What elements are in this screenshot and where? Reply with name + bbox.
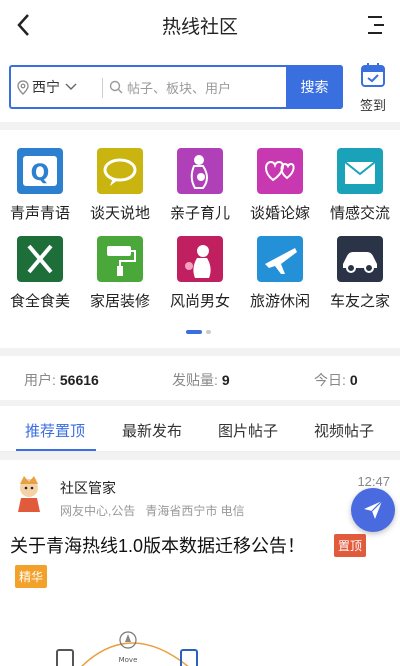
post-location: 青海省西宁市 电信 bbox=[145, 504, 245, 518]
letter-icon bbox=[337, 148, 383, 194]
svg-text:Q: Q bbox=[31, 161, 50, 186]
stat-today-value: 0 bbox=[349, 372, 358, 388]
chat-bubble-icon bbox=[97, 148, 143, 194]
category-item[interactable]: 风尚男女 bbox=[160, 236, 240, 311]
category-item[interactable]: 车友之家 bbox=[320, 236, 400, 311]
post-thumbnail[interactable]: Move bbox=[40, 628, 240, 666]
car-icon bbox=[337, 236, 383, 282]
tab-recommended[interactable]: 推荐置顶 bbox=[25, 420, 85, 441]
search-button[interactable]: 搜索 bbox=[286, 65, 343, 109]
category-item[interactable]: 旅游休闲 bbox=[240, 236, 320, 311]
hearts-icon bbox=[257, 148, 303, 194]
menu-icon[interactable] bbox=[366, 14, 386, 36]
post-author[interactable]: 社区管家 bbox=[60, 478, 116, 498]
send-icon bbox=[364, 500, 383, 519]
stat-users-value: 56616 bbox=[59, 372, 99, 388]
page-dot-active bbox=[186, 330, 202, 334]
category-label: 车友之家 bbox=[329, 293, 390, 310]
stat-users-label: 用户: bbox=[24, 372, 56, 388]
category-label: 谈婚论嫁 bbox=[249, 205, 310, 222]
post-meta: 网友中心,公告 青海省西宁市 电信 bbox=[60, 502, 255, 519]
stats-bar: 用户: 56616 发贴量: 9 今日: 0 bbox=[0, 356, 400, 400]
page-dot bbox=[206, 330, 211, 334]
city-selector[interactable]: 西宁 bbox=[17, 67, 80, 107]
checkin-button[interactable]: 签到 bbox=[353, 62, 393, 114]
fashion-icon bbox=[177, 236, 223, 282]
category-label: 情感交流 bbox=[329, 205, 390, 222]
search-input[interactable]: 帖子、板块、用户 bbox=[109, 67, 289, 107]
category-item[interactable]: 谈天说地 bbox=[80, 148, 160, 223]
category-grid: Q 青声青语 谈天说地 亲子育儿 谈婚论嫁 情感交流 食全食美 家居装修 风尚男… bbox=[0, 130, 400, 348]
post-time: 12:47 bbox=[357, 474, 390, 489]
page-title: 热线社区 bbox=[161, 17, 238, 38]
mother-child-icon bbox=[177, 148, 223, 194]
checkin-label: 签到 bbox=[359, 98, 386, 113]
stat-users: 用户: 56616 bbox=[24, 370, 99, 390]
category-item[interactable]: 家居装修 bbox=[80, 236, 160, 311]
stat-posts-value: 9 bbox=[221, 372, 230, 388]
airplane-icon bbox=[257, 236, 303, 282]
tab-images[interactable]: 图片帖子 bbox=[218, 420, 278, 441]
location-pin-icon bbox=[17, 79, 29, 95]
city-label: 西宁 bbox=[32, 79, 60, 95]
post-title[interactable]: 关于青海热线1.0版本数据迁移公告！ bbox=[10, 532, 305, 558]
tab-indicator bbox=[16, 449, 96, 451]
avatar[interactable] bbox=[12, 474, 46, 514]
category-label: 青声青语 bbox=[9, 205, 70, 222]
essence-badge: 精华 bbox=[15, 565, 48, 588]
page-indicator bbox=[186, 330, 211, 334]
category-item[interactable]: 谈婚论嫁 bbox=[240, 148, 320, 223]
post-category: 网友中心,公告 bbox=[60, 504, 136, 518]
category-label: 谈天说地 bbox=[89, 205, 150, 222]
pinned-badge: 置顶 bbox=[334, 534, 367, 557]
search-icon bbox=[109, 80, 123, 94]
chevron-down-icon bbox=[65, 83, 77, 90]
category-item[interactable]: Q 青声青语 bbox=[0, 148, 80, 223]
calendar-check-icon bbox=[361, 63, 385, 87]
search-placeholder: 帖子、板块、用户 bbox=[127, 80, 232, 96]
tab-latest[interactable]: 最新发布 bbox=[122, 420, 182, 441]
search-row: 西宁 帖子、板块、用户 搜索 签到 bbox=[0, 52, 400, 122]
search-divider bbox=[102, 78, 103, 98]
category-label: 家居装修 bbox=[89, 293, 150, 310]
category-label: 食全食美 bbox=[9, 293, 70, 310]
stat-posts: 发贴量: 9 bbox=[172, 370, 230, 390]
paint-roller-icon bbox=[97, 236, 143, 282]
stat-today-label: 今日: bbox=[314, 372, 346, 388]
category-label: 亲子育儿 bbox=[169, 205, 230, 222]
search-box: 西宁 帖子、板块、用户 搜索 bbox=[9, 65, 343, 109]
category-item[interactable]: 食全食美 bbox=[0, 236, 80, 311]
category-item[interactable]: 亲子育儿 bbox=[160, 148, 240, 223]
tab-videos[interactable]: 视频帖子 bbox=[314, 420, 374, 441]
speech-q-icon: Q bbox=[17, 148, 63, 194]
stat-today: 今日: 0 bbox=[314, 370, 358, 390]
post-card[interactable]: 社区管家 网友中心,公告 青海省西宁市 电信 12:47 关于青海热线1.0版本数… bbox=[0, 460, 400, 666]
header: 热线社区 bbox=[0, 0, 400, 52]
category-label: 风尚男女 bbox=[169, 293, 230, 310]
thumb-move-label: Move bbox=[119, 656, 138, 664]
category-label: 旅游休闲 bbox=[249, 293, 310, 310]
send-post-button[interactable] bbox=[351, 488, 395, 532]
category-item[interactable]: 情感交流 bbox=[320, 148, 400, 223]
stat-posts-label: 发贴量: bbox=[172, 372, 218, 388]
fork-knife-icon bbox=[17, 236, 63, 282]
feed-tabs: 推荐置顶 最新发布 图片帖子 视频帖子 bbox=[0, 406, 400, 452]
